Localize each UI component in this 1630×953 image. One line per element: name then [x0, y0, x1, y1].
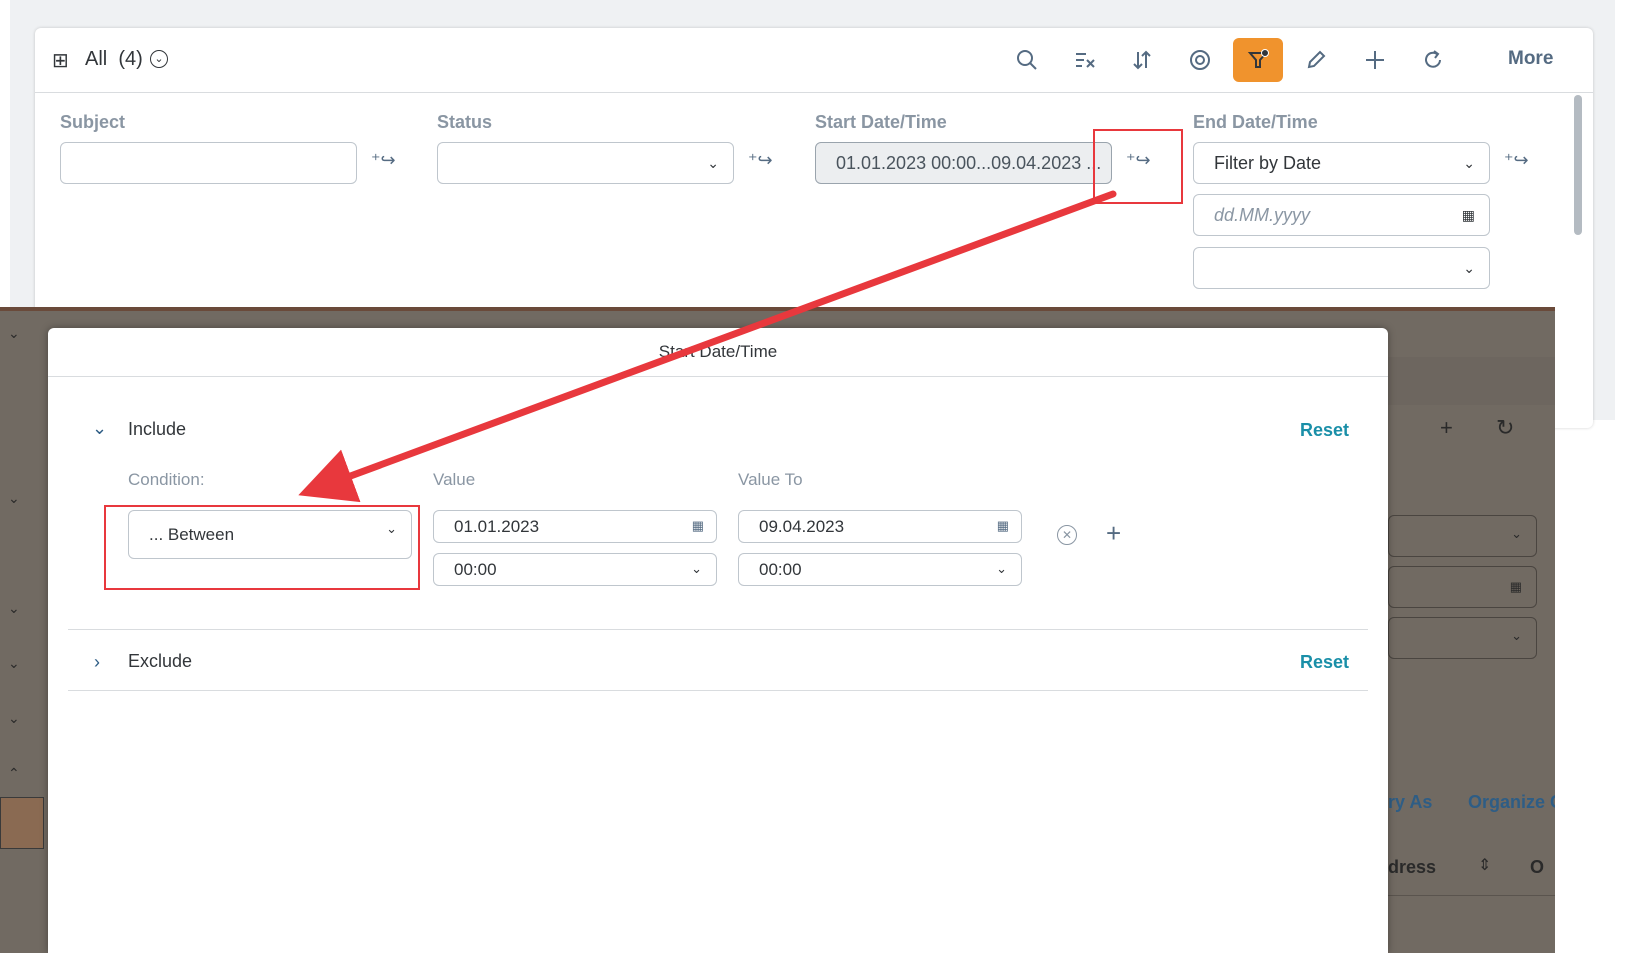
- chevron-down-icon: ⌄: [8, 655, 20, 671]
- range-select-icon[interactable]: ⁺↪: [371, 150, 396, 171]
- add-condition-icon[interactable]: +: [1106, 520, 1121, 546]
- chevron-down-icon: ⌄: [8, 600, 20, 616]
- range-select-icon[interactable]: ⁺↪: [1504, 150, 1529, 171]
- background-column-header: O: [1530, 857, 1545, 877]
- add-icon[interactable]: [1350, 38, 1400, 82]
- range-select-icon[interactable]: ⁺↪: [748, 150, 773, 171]
- sort-icon: ⇕: [1478, 857, 1492, 874]
- calendar-icon[interactable]: ▦: [692, 510, 704, 541]
- table-view-icon[interactable]: ⊞: [52, 48, 69, 73]
- condition-dialog: [48, 328, 1388, 953]
- value-to-date-input[interactable]: 09.04.2023 ▦: [738, 510, 1022, 543]
- subject-input[interactable]: [60, 142, 357, 184]
- include-section-label[interactable]: Include: [128, 419, 186, 440]
- background-toolbar: [1360, 357, 1555, 405]
- view-dropdown-icon[interactable]: ⌄: [150, 50, 168, 68]
- refresh-icon[interactable]: [1408, 38, 1458, 82]
- more-button[interactable]: More: [1508, 48, 1553, 70]
- sort-icon[interactable]: [1117, 38, 1167, 82]
- background-select: ⌄: [1388, 617, 1537, 659]
- value-to-time: 00:00: [759, 560, 802, 579]
- start-datetime-label: Start Date/Time: [815, 112, 947, 132]
- exclude-section-label[interactable]: Exclude: [128, 651, 192, 672]
- background-link: Organize C: [1468, 792, 1555, 812]
- status-label: Status: [437, 112, 493, 132]
- start-datetime-input[interactable]: 01.01.2023 00:00...09.04.2023 ...: [815, 142, 1112, 184]
- section-divider: [68, 629, 1368, 630]
- value-date: 01.01.2023: [454, 517, 540, 536]
- dialog-header-divider: [48, 376, 1388, 377]
- subject-label: Subject: [60, 112, 126, 132]
- annotation-box: [104, 505, 420, 590]
- divider: [1360, 895, 1555, 896]
- search-icon[interactable]: [1002, 38, 1052, 82]
- value-to-label: Value To: [738, 470, 803, 489]
- chevron-down-icon: ⌄: [1463, 260, 1475, 276]
- chevron-down-icon: ⌄: [8, 325, 20, 341]
- value-time-select[interactable]: 00:00 ⌄: [433, 553, 717, 586]
- toolbar-divider: [35, 92, 1593, 93]
- chevron-down-icon: ⌄: [1463, 155, 1475, 171]
- value-to-date: 09.04.2023: [759, 517, 845, 536]
- end-datetime-mode-value: Filter by Date: [1214, 153, 1322, 173]
- section-divider: [68, 690, 1368, 691]
- value-time: 00:00: [454, 560, 497, 579]
- edit-icon[interactable]: [1291, 38, 1341, 82]
- end-datetime-mode-select[interactable]: Filter by Date ⌄: [1193, 142, 1490, 184]
- dialog-title: Start Date/Time: [658, 342, 778, 361]
- chevron-down-icon: ⌄: [1511, 526, 1522, 541]
- filter-icon[interactable]: [1233, 38, 1283, 82]
- calendar-icon[interactable]: ▦: [997, 510, 1009, 541]
- value-date-input[interactable]: 01.01.2023 ▦: [433, 510, 717, 543]
- chevron-down-icon: ⌄: [1511, 628, 1522, 643]
- chevron-down-icon: ⌄: [8, 710, 20, 726]
- background-column-header: dress: [1388, 857, 1437, 877]
- end-date-placeholder: dd.MM.yyyy: [1214, 205, 1311, 225]
- end-time-select[interactable]: ⌄: [1193, 247, 1490, 289]
- chevron-down-icon[interactable]: ⌄: [92, 418, 107, 439]
- add-icon: +: [1440, 415, 1453, 440]
- background-link: ry As: [1388, 792, 1433, 812]
- value-to-time-select[interactable]: 00:00 ⌄: [738, 553, 1022, 586]
- end-date-input[interactable]: dd.MM.yyyy ▦: [1193, 194, 1490, 236]
- chevron-up-icon: ⌃: [8, 765, 20, 781]
- scrollbar[interactable]: [1574, 95, 1582, 235]
- exclude-reset-button[interactable]: Reset: [1300, 652, 1349, 673]
- end-datetime-label: End Date/Time: [1193, 112, 1318, 132]
- annotation-box: [1093, 129, 1183, 204]
- calendar-icon: ▦: [1509, 579, 1522, 594]
- refresh-icon: ↻: [1496, 415, 1515, 440]
- remove-condition-icon[interactable]: ✕: [1057, 525, 1077, 545]
- chevron-down-icon: ⌄: [691, 561, 702, 576]
- view-title[interactable]: All (4): [85, 48, 143, 71]
- condition-label: Condition:: [128, 470, 205, 489]
- selected-row-marker: [0, 797, 44, 849]
- background-date-input: ▦: [1388, 566, 1537, 608]
- value-label: Value: [433, 470, 476, 489]
- include-reset-button[interactable]: Reset: [1300, 420, 1349, 441]
- chevron-down-icon: ⌄: [996, 561, 1007, 576]
- background-select: ⌄: [1388, 515, 1537, 557]
- page-edge: [1605, 0, 1615, 420]
- clear-filter-icon[interactable]: [1060, 38, 1110, 82]
- chevron-down-icon: ⌄: [707, 155, 719, 171]
- chevron-right-icon[interactable]: ›: [94, 652, 100, 673]
- status-select[interactable]: ⌄: [437, 142, 734, 184]
- calendar-icon[interactable]: ▦: [1462, 195, 1475, 235]
- group-icon[interactable]: [1175, 38, 1225, 82]
- chevron-down-icon: ⌄: [8, 490, 20, 506]
- overlay-border: [0, 307, 1555, 311]
